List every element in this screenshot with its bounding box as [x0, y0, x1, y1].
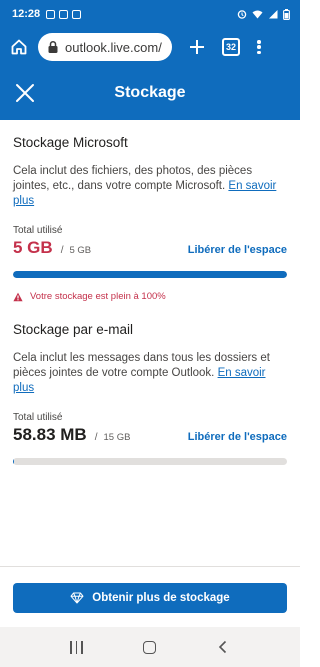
home-icon	[11, 39, 27, 55]
usage-separator: /	[94, 432, 98, 443]
storage-progress-bar	[13, 271, 287, 278]
section-description: Cela inclut des fichiers, des photos, de…	[13, 164, 287, 209]
system-nav-bar	[0, 627, 300, 667]
status-system-icons	[237, 8, 290, 20]
total-used-label: Total utilisé	[13, 412, 63, 423]
status-bar: 12:28	[0, 0, 300, 28]
battery-icon	[283, 8, 290, 20]
signal-icon	[269, 10, 278, 19]
usage-separator: /	[60, 245, 64, 256]
email-progress-fill	[13, 458, 15, 465]
plus-icon	[190, 40, 204, 54]
notification-icon	[46, 9, 56, 19]
used-value: 5 GB	[13, 238, 53, 257]
warning-icon	[13, 292, 23, 301]
address-url: outlook.live.com/	[65, 39, 162, 55]
diamond-icon	[70, 592, 84, 604]
section-description: Cela inclut les messages dans tous les d…	[13, 351, 287, 396]
status-notification-icons	[46, 9, 82, 19]
get-more-storage-button[interactable]: Obtenir plus de stockage	[13, 583, 287, 613]
wifi-icon	[252, 10, 263, 19]
alarm-icon	[237, 10, 247, 19]
email-storage-section: Stockage par e-mail Cela inclut les mess…	[13, 322, 287, 465]
usage-row: 58.83 MB / 15 GB Libérer de l'espace	[13, 425, 287, 445]
page-title: Stockage	[114, 84, 186, 101]
description-text: Cela inclut des fichiers, des photos, de…	[13, 165, 253, 192]
usage-row: 5 GB / 5 GB Libérer de l'espace	[13, 238, 287, 258]
section-title: Stockage Microsoft	[13, 135, 128, 150]
app-header: Stockage	[0, 66, 300, 120]
browser-menu-button[interactable]	[254, 37, 264, 57]
total-value: 15 GB	[103, 432, 131, 443]
system-home-button[interactable]	[142, 640, 156, 654]
storage-progress-fill	[13, 271, 287, 278]
footer: Obtenir plus de stockage	[0, 566, 300, 626]
storage-content: Stockage Microsoft Cela inclut des fichi…	[0, 120, 300, 465]
microsoft-storage-section: Stockage Microsoft Cela inclut des fichi…	[13, 135, 287, 302]
used-value: 58.83 MB	[13, 425, 87, 444]
section-title: Stockage par e-mail	[13, 322, 134, 337]
mail-icon	[59, 9, 69, 19]
back-icon[interactable]	[216, 640, 230, 654]
recent-apps-button[interactable]	[70, 640, 83, 654]
browser-home-button[interactable]	[6, 34, 32, 60]
total-value: 5 GB	[69, 245, 92, 256]
address-bar[interactable]: outlook.live.com/	[38, 33, 172, 61]
cta-label: Obtenir plus de stockage	[92, 592, 230, 604]
email-progress-bar	[13, 458, 287, 465]
status-time: 12:28	[12, 8, 41, 20]
browser-toolbar: outlook.live.com/ 32	[0, 28, 300, 66]
new-tab-button[interactable]	[186, 36, 208, 58]
total-used-label: Total utilisé	[13, 225, 63, 236]
lock-icon	[48, 40, 58, 53]
warning-text: Votre stockage est plein à 100%	[30, 291, 166, 302]
close-icon[interactable]	[14, 82, 36, 104]
storage-warning: Votre stockage est plein à 100%	[13, 291, 287, 302]
free-space-link[interactable]: Libérer de l'espace	[188, 244, 287, 256]
free-space-link[interactable]: Libérer de l'espace	[188, 431, 287, 443]
instagram-icon	[72, 9, 82, 19]
tab-switcher-button[interactable]: 32	[222, 38, 240, 56]
